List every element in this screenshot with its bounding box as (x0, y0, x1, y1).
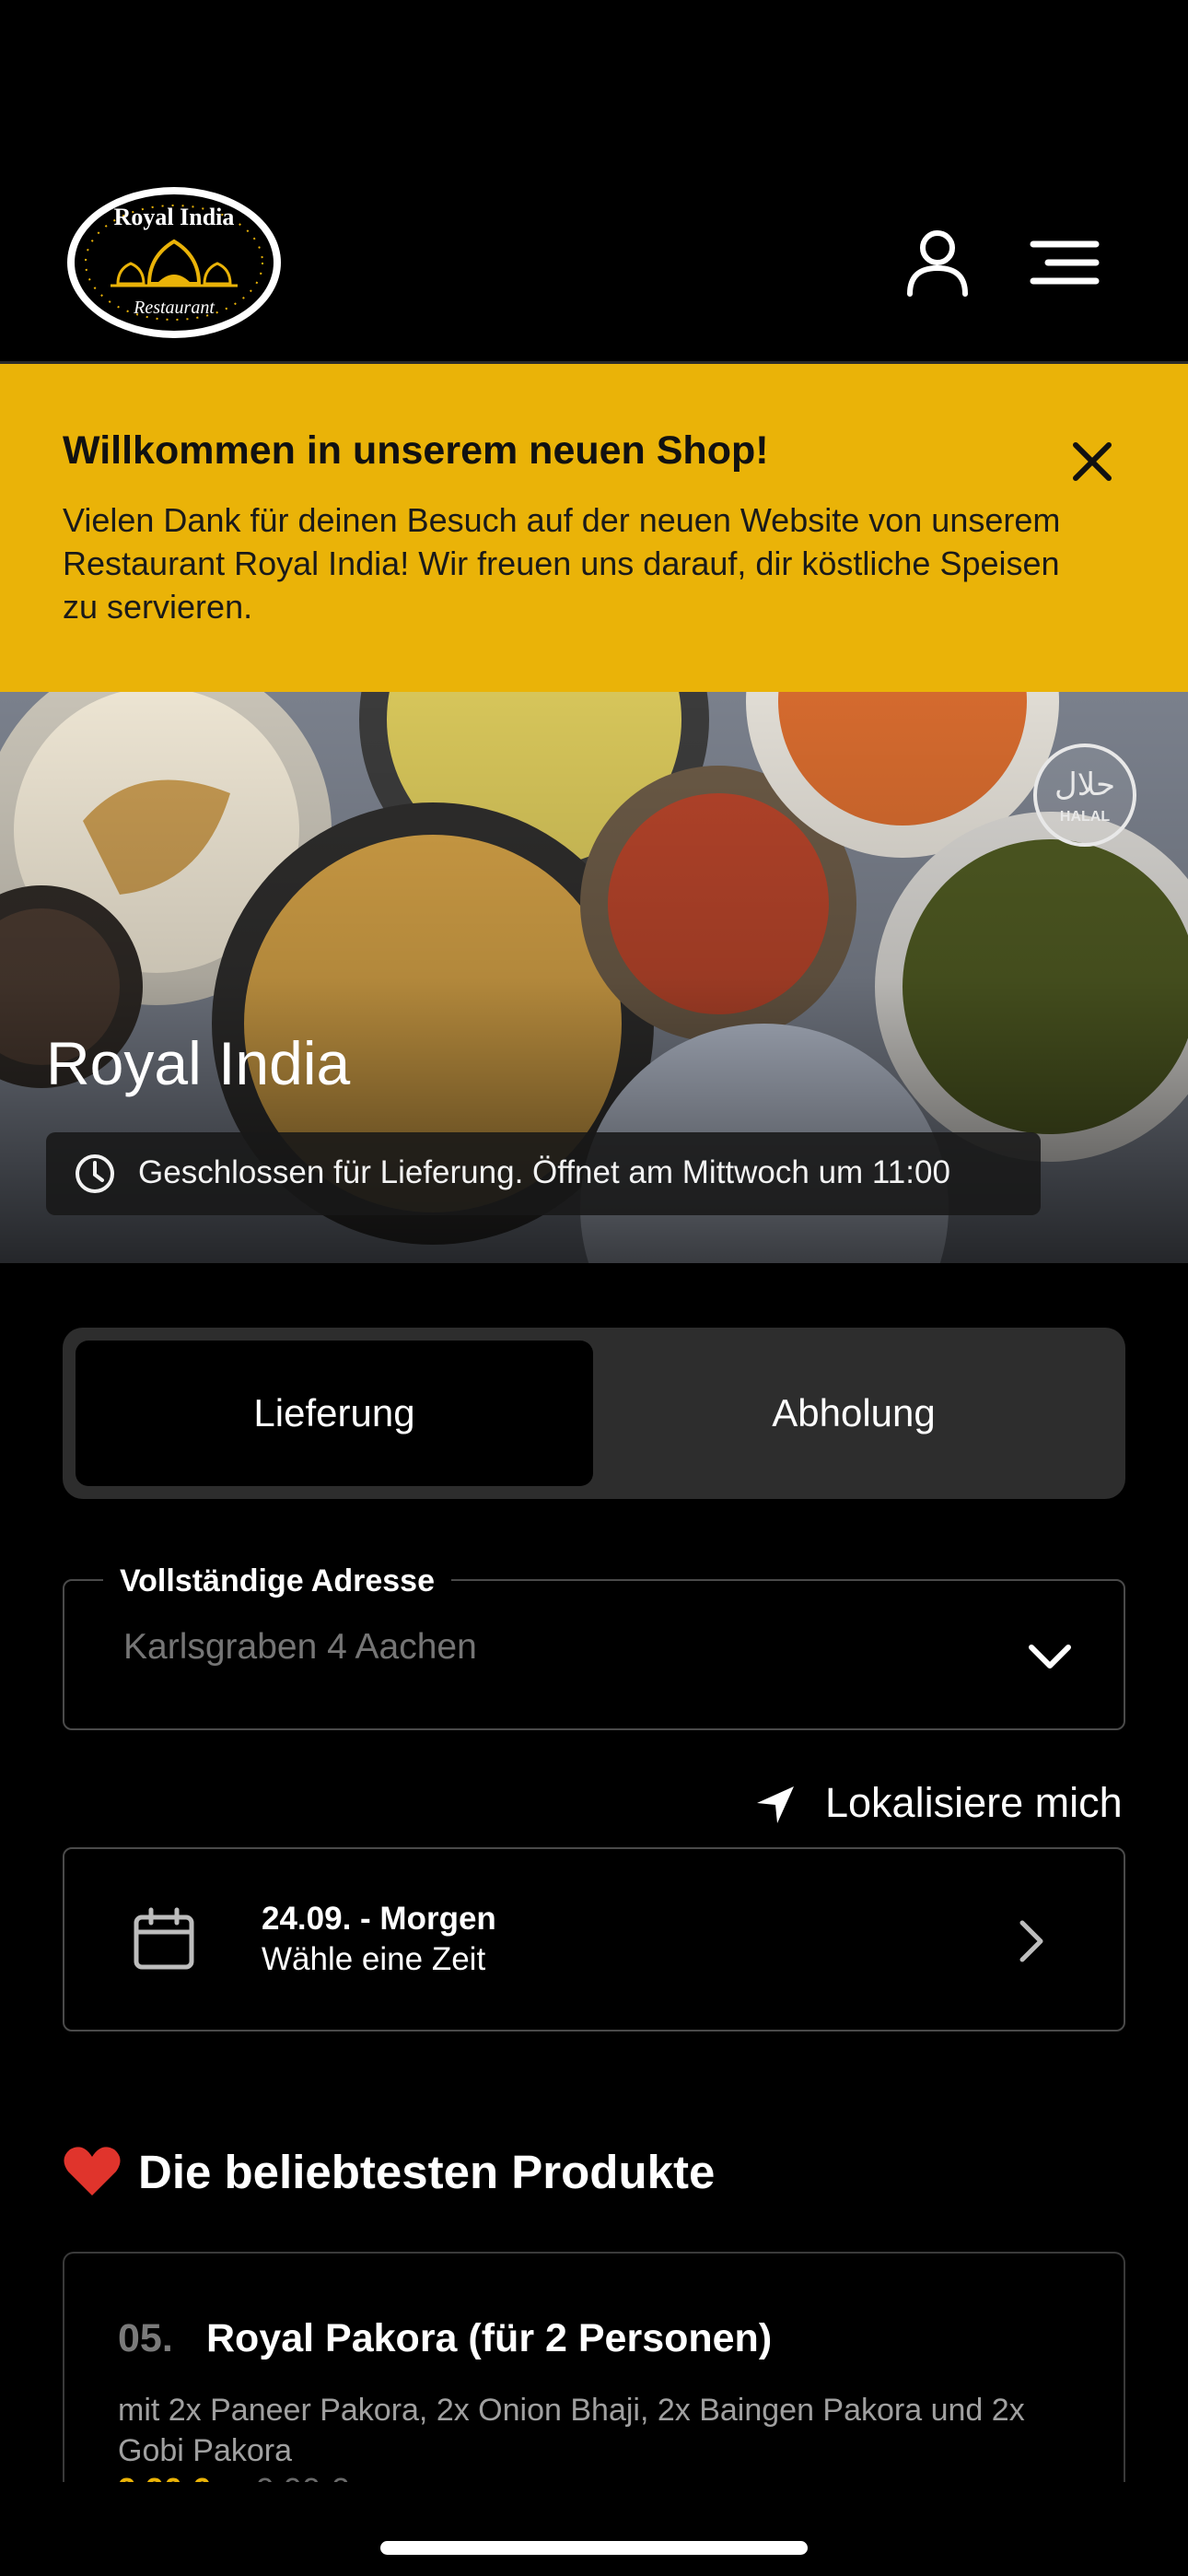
chevron-down-icon[interactable] (1022, 1629, 1077, 1684)
address-input[interactable] (123, 1627, 952, 1668)
heart-icon (64, 2147, 121, 2195)
welcome-banner: Willkommen in unserem neuen Shop! Vielen… (0, 364, 1188, 692)
banner-title: Willkommen in unserem neuen Shop! (63, 428, 769, 473)
home-indicator (380, 2541, 808, 2555)
address-label: Vollständige Adresse (103, 1563, 451, 1599)
location-arrow-icon (757, 1786, 794, 1823)
menu-icon[interactable] (1028, 235, 1101, 290)
restaurant-logo[interactable]: Royal India Restaurant (64, 184, 284, 341)
chevron-right-icon (1019, 1920, 1043, 1962)
delivery-time-picker[interactable]: 24.09. - Morgen Wähle eine Zeit (63, 1847, 1125, 2032)
locate-me-label: Lokalisiere mich (825, 1779, 1123, 1826)
time-hint: Wähle eine Zeit (262, 1941, 486, 1977)
product-number: 05. (118, 2316, 173, 2360)
halal-badge: حلال HALAL (1033, 744, 1136, 847)
product-card[interactable]: 05. Royal Pakora (für 2 Personen) mit 2x… (63, 2252, 1125, 2482)
app-header: Royal India Restaurant (0, 0, 1188, 374)
product-price: 9,90 € (118, 2471, 210, 2482)
halal-arabic: حلال (1054, 767, 1115, 803)
calendar-icon (134, 1907, 194, 1970)
tab-delivery[interactable]: Lieferung (76, 1341, 593, 1486)
restaurant-name: Royal India (46, 1029, 351, 1097)
order-mode-toggle: Lieferung Abholung (63, 1328, 1125, 1499)
banner-text: Vielen Dank für deinen Besuch auf der ne… (63, 501, 1061, 626)
hero-image: حلال HALAL Royal India Geschlossen für L… (0, 692, 1188, 1263)
locate-me-button[interactable]: Lokalisiere mich (755, 1774, 1124, 1829)
product-old-price: 9,90 € (256, 2471, 348, 2482)
close-icon[interactable] (1068, 438, 1116, 486)
product-description: mit 2x Paneer Pakora, 2x Onion Bhaji, 2x… (118, 2393, 1025, 2468)
logo-bottom-text: Restaurant (133, 298, 215, 318)
status-text: Geschlossen für Lieferung. Öffnet am Mit… (138, 1154, 950, 1190)
popular-products-heading: Die beliebtesten Produkte (63, 2139, 715, 2204)
clock-icon (76, 1154, 114, 1193)
logo-top-text: Royal India (114, 204, 235, 230)
user-icon[interactable] (901, 226, 974, 299)
halal-label: HALAL (1060, 809, 1110, 825)
opening-status: Geschlossen für Lieferung. Öffnet am Mit… (46, 1132, 1041, 1215)
section-title: Die beliebtesten Produkte (138, 2145, 716, 2198)
tab-pickup[interactable]: Abholung (595, 1341, 1112, 1486)
product-name: Royal Pakora (für 2 Personen) (206, 2316, 773, 2360)
address-field[interactable]: Vollständige Adresse (63, 1563, 1125, 1730)
bottom-safe-area (0, 2482, 1188, 2576)
selected-date: 24.09. - Morgen (262, 1901, 496, 1937)
